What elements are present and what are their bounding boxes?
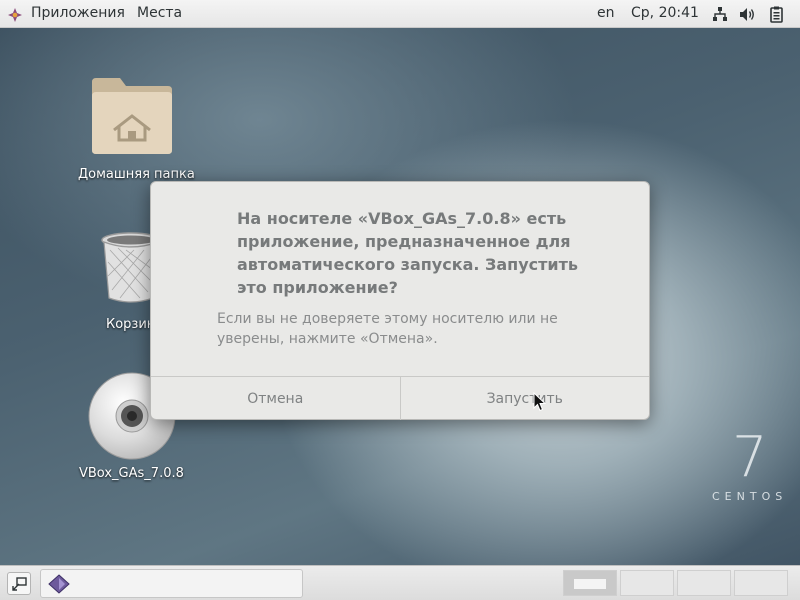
cancel-button[interactable]: Отмена [151,377,400,420]
show-desktop-button[interactable] [7,572,31,595]
top-panel: Приложения Места en Ср, 20:41 [0,0,800,28]
autorun-dialog: На носителе «VBox_GAs_7.0.8» есть прилож… [150,181,650,420]
workspace-3[interactable] [677,570,731,596]
taskbar-window-item[interactable] [40,569,303,598]
dialog-button-row: Отмена Запустить [151,376,649,420]
applications-menu[interactable]: Приложения [31,5,125,21]
dialog-secondary-text: Если вы не доверяете этому носителю или … [217,311,558,347]
desktop-icon-label: Домашняя папка [78,167,195,182]
clock[interactable]: Ср, 20:41 [631,5,699,21]
desktop-icon-label: VBox_GAs_7.0.8 [79,466,184,481]
centos-brand-mark: CENTOS [712,490,788,503]
keyboard-language-indicator[interactable]: en [597,5,615,21]
volume-icon[interactable] [739,7,756,22]
bottom-panel [0,565,800,600]
home-folder-icon [92,78,172,154]
desktop-icon-home[interactable]: Домашняя папка [78,74,195,184]
centos-version-mark: 7 [732,425,768,490]
dialog-primary-text: На носителе «VBox_GAs_7.0.8» есть прилож… [237,209,579,297]
workspace-2[interactable] [620,570,674,596]
system-menu-icon[interactable] [769,6,784,23]
app-diamond-icon [48,574,70,594]
workspace-4[interactable] [734,570,788,596]
network-icon[interactable] [712,7,728,22]
run-button[interactable]: Запустить [399,377,650,420]
places-menu[interactable]: Места [137,5,182,21]
mouse-cursor-icon [533,392,546,412]
applications-logo-icon [8,8,22,22]
show-desktop-icon [12,577,27,591]
workspace-1[interactable] [563,570,617,596]
